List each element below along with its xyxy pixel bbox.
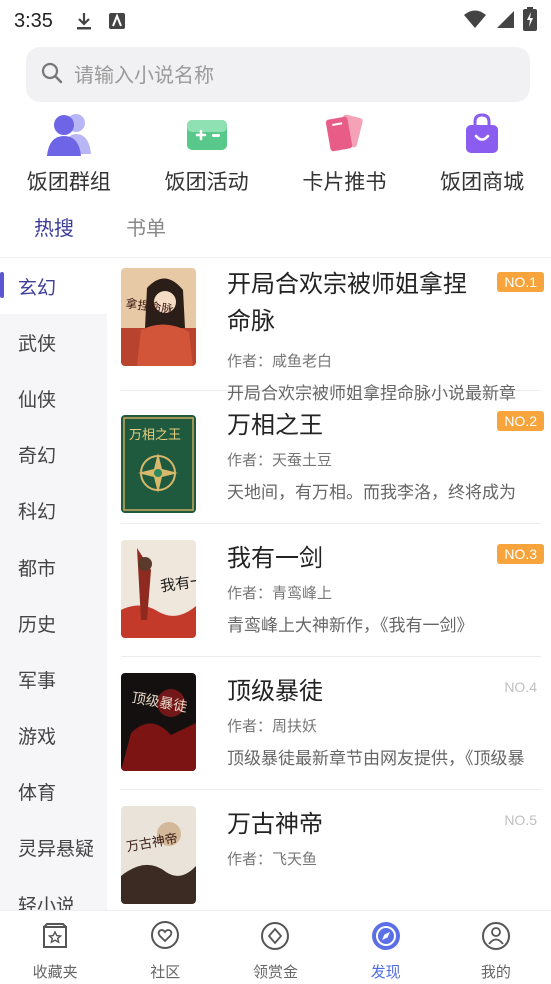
diamond-icon bbox=[258, 919, 292, 953]
category-item[interactable]: 体育 bbox=[0, 764, 107, 820]
category-item[interactable]: 玄幻 bbox=[0, 258, 107, 315]
quick-entry-label: 饭团商城 bbox=[440, 170, 525, 194]
category-item[interactable]: 军事 bbox=[0, 651, 107, 707]
book-row[interactable]: 顶级暴徒 顶级暴徒 NO.4 作者：周扶妖 顶级暴徒最新章节由网友提供，《顶级暴 bbox=[121, 657, 541, 790]
discover-page: 3:35 请输入小说名称 饭团群组 饭团活动 卡片推书 饭团商城 热搜 书单 玄… bbox=[0, 0, 551, 984]
book-row[interactable]: 万相之王 万相之王 NO.2 作者：天蚕土豆 天地间，有万相。而我李洛，终将成为 bbox=[121, 391, 544, 524]
nav-community[interactable]: 社区 bbox=[110, 911, 220, 984]
profile-icon bbox=[479, 919, 513, 953]
book-author: 作者：飞天鱼 bbox=[227, 850, 318, 868]
rank-badge: NO.5 bbox=[504, 812, 537, 828]
book-cover: 我有一剑 bbox=[121, 540, 196, 638]
category-item[interactable]: 游戏 bbox=[0, 708, 107, 764]
tab-hot-search[interactable]: 热搜 bbox=[34, 206, 74, 266]
battery-icon bbox=[523, 7, 537, 35]
quick-entry-groups[interactable]: 饭团群组 bbox=[0, 112, 138, 196]
bookshelf-icon bbox=[38, 919, 72, 953]
status-bar: 3:35 bbox=[0, 0, 551, 42]
book-cover: 万古神帝 bbox=[121, 806, 196, 904]
status-right bbox=[463, 7, 537, 35]
cards-icon bbox=[319, 112, 369, 156]
rank-badge: NO.4 bbox=[504, 679, 537, 695]
book-description: 天地间，有万相。而我李洛，终将成为 bbox=[227, 483, 516, 503]
book-list: 拿捏命脉 开局合欢宗被师姐拿捏命脉 NO.1 作者：咸鱼老白 开局合欢宗被师姐拿… bbox=[107, 258, 551, 910]
book-row[interactable]: 拿捏命脉 开局合欢宗被师姐拿捏命脉 NO.1 作者：咸鱼老白 开局合欢宗被师姐拿… bbox=[121, 258, 544, 404]
bottom-nav: 收藏夹 社区 领赏金 发现 我的 bbox=[0, 910, 551, 984]
search-icon bbox=[40, 61, 64, 89]
quick-entry-label: 卡片推书 bbox=[302, 170, 387, 194]
gamepad-icon bbox=[182, 112, 232, 156]
quick-entry-card-recommend[interactable]: 卡片推书 bbox=[276, 112, 414, 196]
book-cover: 拿捏命脉 bbox=[121, 268, 196, 366]
nav-label: 发现 bbox=[370, 963, 401, 981]
quick-entry-shop[interactable]: 饭团商城 bbox=[413, 112, 551, 196]
book-author: 作者：天蚕土豆 bbox=[227, 451, 333, 469]
category-item[interactable]: 科幻 bbox=[0, 483, 107, 539]
download-icon bbox=[75, 11, 93, 31]
category-item[interactable]: 都市 bbox=[0, 539, 107, 595]
category-item[interactable]: 武侠 bbox=[0, 314, 107, 370]
quick-entry-label: 饭团活动 bbox=[164, 170, 249, 194]
status-time: 3:35 bbox=[14, 9, 53, 32]
book-author: 作者：周扶妖 bbox=[227, 717, 318, 735]
category-item[interactable]: 历史 bbox=[0, 595, 107, 651]
book-title[interactable]: 开局合欢宗被师姐拿捏命脉 bbox=[227, 266, 489, 340]
rank-badge: NO.1 bbox=[497, 272, 544, 292]
search-bar[interactable] bbox=[26, 47, 530, 102]
book-description: 顶级暴徒最新章节由网友提供，《顶级暴 bbox=[227, 749, 525, 769]
tab-book-list[interactable]: 书单 bbox=[126, 206, 166, 257]
book-row[interactable]: 万古神帝 万古神帝 NO.5 作者：飞天鱼 bbox=[121, 790, 541, 910]
category-item[interactable]: 奇幻 bbox=[0, 427, 107, 483]
book-cover: 顶级暴徒 bbox=[121, 673, 196, 771]
nav-label: 收藏夹 bbox=[32, 963, 78, 981]
quick-entry-activities[interactable]: 饭团活动 bbox=[138, 112, 276, 196]
book-author: 作者：青鸾峰上 bbox=[227, 584, 333, 602]
rank-badge: NO.2 bbox=[497, 411, 544, 431]
quick-entries: 饭团群组 饭团活动 卡片推书 饭团商城 bbox=[0, 112, 551, 196]
category-item[interactable]: 仙侠 bbox=[0, 370, 107, 426]
nav-rewards[interactable]: 领赏金 bbox=[220, 911, 330, 984]
book-author: 作者：咸鱼老白 bbox=[227, 352, 333, 370]
book-title[interactable]: 顶级暴徒 bbox=[227, 673, 489, 710]
wifi-icon bbox=[463, 9, 487, 33]
tab-bar: 热搜 书单 bbox=[0, 206, 551, 266]
nav-label: 社区 bbox=[150, 963, 181, 981]
heart-chat-icon bbox=[148, 919, 182, 953]
nav-mine[interactable]: 我的 bbox=[441, 911, 551, 984]
group-icon bbox=[44, 112, 94, 156]
book-row[interactable]: 我有一剑 我有一剑 NO.3 作者：青鸾峰上 青鸾峰上大神新作，《我有一剑》 bbox=[121, 524, 544, 657]
book-description: 青鸾峰上大神新作，《我有一剑》 bbox=[227, 616, 474, 636]
nav-favorites[interactable]: 收藏夹 bbox=[0, 911, 110, 984]
rank-badge: NO.3 bbox=[497, 544, 544, 564]
category-sidebar: 玄幻 武侠 仙侠 奇幻 科幻 都市 历史 军事 游戏 体育 灵异悬疑 轻小说 bbox=[0, 258, 107, 917]
search-input[interactable] bbox=[74, 62, 494, 87]
nav-label: 我的 bbox=[480, 963, 511, 981]
cover-title-text: 万相之王 bbox=[129, 428, 181, 443]
app-notification-icon bbox=[108, 13, 125, 29]
nav-discover[interactable]: 发现 bbox=[331, 911, 441, 984]
quick-entry-label: 饭团群组 bbox=[26, 170, 111, 194]
shopping-bag-icon bbox=[457, 112, 507, 156]
nav-label: 领赏金 bbox=[252, 963, 298, 981]
compass-icon bbox=[369, 919, 403, 953]
book-title[interactable]: 万相之王 bbox=[227, 407, 489, 444]
signal-icon bbox=[495, 9, 515, 33]
book-title[interactable]: 万古神帝 bbox=[227, 806, 489, 843]
book-title[interactable]: 我有一剑 bbox=[227, 540, 489, 577]
book-cover: 万相之王 bbox=[121, 415, 196, 513]
category-item[interactable]: 灵异悬疑 bbox=[0, 820, 107, 876]
